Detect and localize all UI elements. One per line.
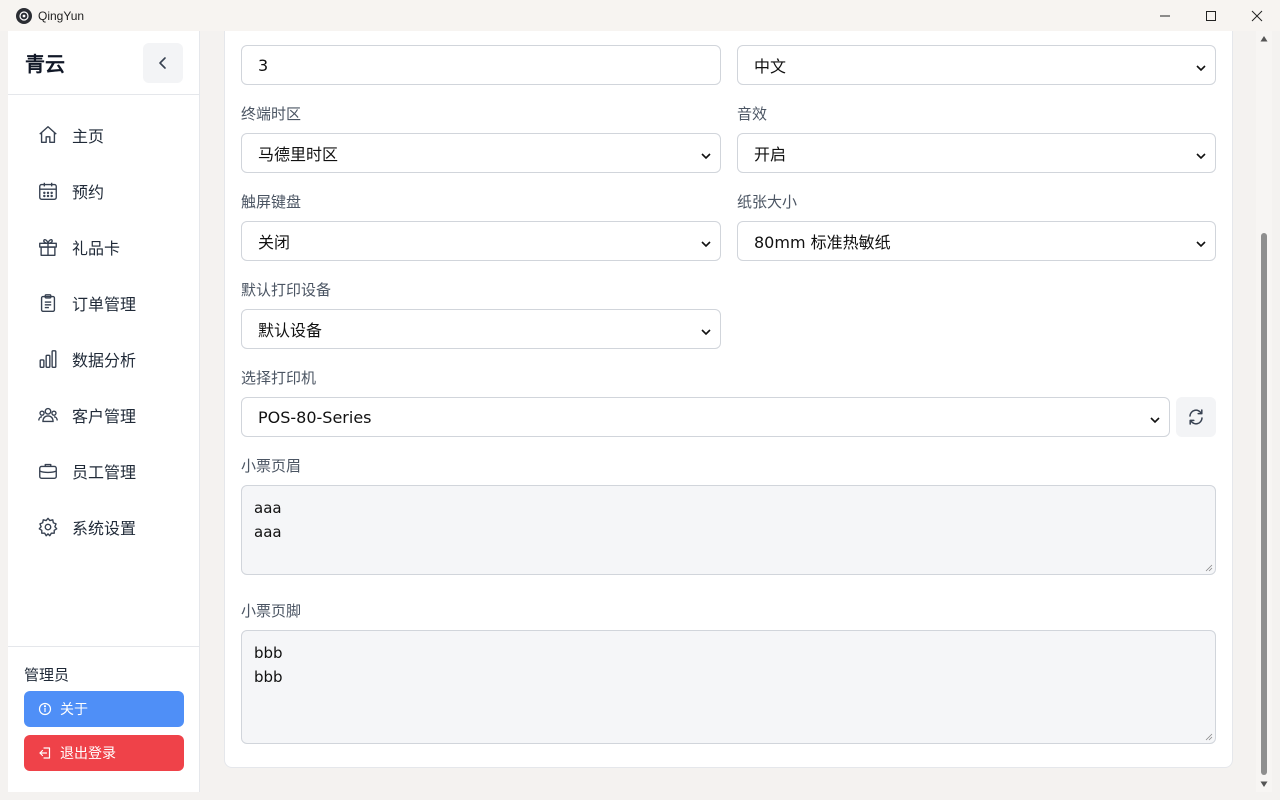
- touch-keyboard-select[interactable]: 关闭: [241, 221, 721, 261]
- clipboard-icon: [40, 294, 56, 312]
- minimize-button[interactable]: [1142, 0, 1188, 31]
- sidebar: 青云 主页 预约 礼品卡 订单管理 数据分析 客户管理 员工管理 系统设置 管理…: [8, 31, 200, 792]
- app-title: QingYun: [38, 8, 85, 23]
- sidebar-item-label: 系统设置: [72, 519, 137, 538]
- settings-card: 3 中文 终端时区 音效 马德里时区 开启 触屏键盘 纸张大小 关闭 80mm …: [224, 31, 1233, 768]
- sound-select[interactable]: 开启: [737, 133, 1216, 173]
- timezone-value: 马德里时区: [258, 145, 339, 164]
- receipt-header-line: aaa: [254, 523, 282, 541]
- chevron-down-icon: [1196, 153, 1206, 160]
- paper-size-label: 纸张大小: [737, 193, 798, 211]
- touch-keyboard-value: 关闭: [258, 233, 291, 252]
- paper-size-value: 80mm 标准热敏纸: [754, 233, 891, 252]
- receipt-header-label: 小票页眉: [241, 457, 302, 475]
- bar-chart-icon: [39, 350, 57, 368]
- gift-icon: [39, 239, 57, 256]
- home-icon: [39, 126, 57, 144]
- scroll-down-arrow-icon[interactable]: [1260, 780, 1268, 788]
- maximize-button[interactable]: [1188, 0, 1234, 31]
- timezone-select[interactable]: 马德里时区: [241, 133, 721, 173]
- minimize-icon: [1160, 15, 1170, 16]
- scrollbar-thumb[interactable]: [1261, 233, 1267, 775]
- sidebar-item-label: 员工管理: [72, 463, 137, 482]
- sidebar-nav: 主页 预约 礼品卡 订单管理 数据分析 客户管理 员工管理 系统设置: [8, 95, 199, 555]
- printer-label: 选择打印机: [241, 369, 317, 387]
- refresh-printers-button[interactable]: [1176, 397, 1216, 437]
- sound-value: 开启: [754, 145, 787, 164]
- chevron-down-icon: [701, 241, 711, 248]
- users-icon: [38, 407, 58, 423]
- sidebar-item-staff[interactable]: 员工管理: [8, 443, 199, 499]
- briefcase-icon: [39, 463, 57, 480]
- sidebar-header: 青云: [8, 31, 199, 95]
- printer-value: POS-80-Series: [258, 407, 372, 427]
- sidebar-item-orders[interactable]: 订单管理: [8, 275, 199, 331]
- chevron-down-icon: [1150, 417, 1160, 424]
- logout-label: 退出登录: [60, 746, 116, 762]
- sidebar-item-appointments[interactable]: 预约: [8, 163, 199, 219]
- language-value: 中文: [754, 57, 787, 76]
- sound-label: 音效: [737, 105, 768, 123]
- main-content: 3 中文 终端时区 音效 马德里时区 开启 触屏键盘 纸张大小 关闭 80mm …: [200, 31, 1256, 792]
- logout-button[interactable]: 退出登录: [24, 735, 184, 771]
- top-number-value: 3: [258, 55, 269, 75]
- about-label: 关于: [60, 702, 88, 718]
- about-button[interactable]: 关于: [24, 691, 184, 727]
- vertical-scrollbar[interactable]: [1256, 31, 1272, 792]
- printer-select[interactable]: POS-80-Series: [241, 397, 1170, 437]
- timezone-label: 终端时区: [241, 105, 302, 123]
- touch-keyboard-label: 触屏键盘: [241, 193, 302, 211]
- close-icon: [1251, 10, 1263, 21]
- app-logo-icon: [16, 7, 32, 24]
- window-edge-right: [1272, 31, 1280, 800]
- receipt-header-textarea[interactable]: aaa aaa: [241, 485, 1216, 575]
- refresh-icon: [1189, 409, 1203, 425]
- chevron-down-icon: [701, 153, 711, 160]
- chevron-down-icon: [1196, 65, 1206, 72]
- logout-icon: [39, 747, 51, 759]
- sidebar-item-label: 订单管理: [72, 295, 137, 314]
- info-icon: [38, 702, 52, 716]
- sidebar-item-gift-cards[interactable]: 礼品卡: [8, 219, 199, 275]
- sidebar-item-label: 预约: [72, 183, 105, 202]
- paper-size-select[interactable]: 80mm 标准热敏纸: [737, 221, 1216, 261]
- collapse-sidebar-button[interactable]: [143, 42, 183, 83]
- sidebar-item-label: 主页: [72, 127, 105, 146]
- sidebar-item-label: 数据分析: [72, 351, 137, 370]
- close-button[interactable]: [1234, 0, 1280, 31]
- chevron-left-icon: [159, 56, 166, 69]
- chevron-down-icon: [701, 329, 711, 336]
- sidebar-item-home[interactable]: 主页: [8, 107, 199, 163]
- chevron-down-icon: [1196, 241, 1206, 248]
- sidebar-item-customers[interactable]: 客户管理: [8, 387, 199, 443]
- receipt-header-line: aaa: [254, 499, 282, 517]
- maximize-icon: [1206, 10, 1216, 21]
- sidebar-item-label: 礼品卡: [72, 239, 121, 258]
- title-bar: QingYun: [0, 0, 1280, 31]
- sidebar-item-label: 客户管理: [72, 407, 137, 426]
- language-select[interactable]: 中文: [737, 45, 1216, 85]
- sidebar-footer: 管理员 关于 退出登录: [8, 646, 200, 792]
- receipt-footer-line: bbb: [254, 668, 283, 686]
- resize-grip-icon[interactable]: [1205, 733, 1213, 741]
- receipt-footer-label: 小票页脚: [241, 602, 302, 620]
- default-printer-label: 默认打印设备: [241, 281, 332, 299]
- sidebar-item-analytics[interactable]: 数据分析: [8, 331, 199, 387]
- default-printer-select[interactable]: 默认设备: [241, 309, 721, 349]
- sidebar-item-settings[interactable]: 系统设置: [8, 499, 199, 555]
- gear-icon: [38, 517, 58, 537]
- default-printer-value: 默认设备: [258, 321, 323, 340]
- top-number-input[interactable]: 3: [241, 45, 721, 85]
- window-edge-bottom: [0, 792, 1280, 800]
- calendar-icon: [39, 182, 57, 200]
- current-user-role: 管理员: [24, 666, 70, 684]
- receipt-footer-textarea[interactable]: bbb bbb: [241, 630, 1216, 744]
- resize-grip-icon[interactable]: [1205, 564, 1213, 572]
- sidebar-title: 青云: [25, 52, 65, 76]
- scroll-up-arrow-icon[interactable]: [1260, 35, 1268, 43]
- receipt-footer-line: bbb: [254, 644, 283, 662]
